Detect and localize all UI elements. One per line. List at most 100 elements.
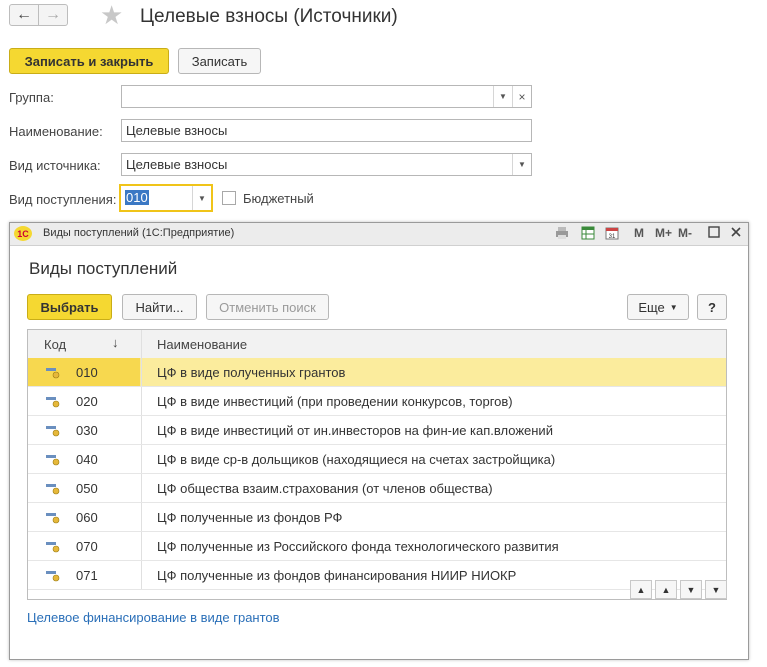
save-button[interactable]: Записать (178, 48, 261, 74)
budget-label: Бюджетный (243, 191, 314, 206)
row-name: ЦФ полученные из Российского фонда техно… (157, 539, 559, 554)
row-code: 060 (76, 510, 98, 525)
1c-logo-icon: 1С (14, 226, 32, 241)
code-cell: 060 (28, 503, 140, 531)
scroll-down-button[interactable]: ▼ (680, 580, 702, 599)
catalog-item-icon (46, 397, 60, 408)
receipt-types-dialog: 1С Виды поступлений (1С:Предприятие) 31 … (9, 222, 749, 660)
sort-arrow-icon: ↓ (112, 335, 119, 350)
row-code: 070 (76, 539, 98, 554)
calendar-icon[interactable]: 31 (605, 226, 619, 243)
row-name: ЦФ в виде ср-в дольщиков (находящиеся на… (157, 452, 556, 467)
row-code: 050 (76, 481, 98, 496)
table-row[interactable]: 040 ЦФ в виде ср-в дольщиков (находящиеся… (28, 445, 726, 474)
scroll-up-icon: ▲ (661, 584, 671, 595)
memory-plus-button[interactable]: M+ (655, 226, 672, 240)
table-row[interactable]: 050 ЦФ общества взаим.страхования (от чле… (28, 474, 726, 503)
catalog-item-icon (46, 455, 60, 466)
row-name: ЦФ полученные из фондов финансирования Н… (157, 568, 517, 583)
scroll-bottom-button[interactable]: ▼ (705, 580, 727, 599)
receipt-type-dropdown-button[interactable]: ▼ (192, 186, 211, 210)
code-cell: 010 (28, 358, 140, 386)
print-icon[interactable] (555, 226, 569, 243)
row-name: ЦФ в виде инвестиций (при проведении кон… (157, 394, 513, 409)
dialog-window-title: Виды поступлений (1С:Предприятие) (43, 227, 235, 239)
column-divider (141, 503, 142, 531)
chevron-down-icon: ▼ (518, 160, 526, 169)
save-and-close-button[interactable]: Записать и закрыть (9, 48, 169, 74)
group-label: Группа: (9, 90, 54, 105)
catalog-item-icon (46, 484, 60, 495)
row-code: 030 (76, 423, 98, 438)
catalog-item-icon (46, 571, 60, 582)
receipt-types-table: Код ↓ Наименование 010 ЦФ в виде полученн… (27, 329, 727, 600)
help-button[interactable]: ? (697, 294, 727, 320)
column-header-name[interactable]: Наименование (157, 337, 247, 352)
selected-item-description: Целевое финансирование в виде грантов (27, 610, 280, 625)
spreadsheet-icon[interactable] (581, 226, 595, 243)
column-divider (141, 561, 142, 589)
column-divider (141, 330, 142, 358)
svg-text:31: 31 (609, 234, 616, 240)
arrow-left-icon: ← (16, 6, 32, 23)
source-type-field[interactable]: Целевые взносы ▼ (121, 153, 532, 176)
table-header: Код ↓ Наименование (28, 330, 726, 359)
chevron-down-icon: ▼ (198, 193, 206, 203)
find-button[interactable]: Найти... (122, 294, 197, 320)
column-divider (141, 358, 142, 386)
code-cell: 050 (28, 474, 140, 502)
column-divider (141, 474, 142, 502)
row-name: ЦФ полученные из фондов РФ (157, 510, 343, 525)
row-code: 040 (76, 452, 98, 467)
budget-checkbox[interactable] (222, 191, 236, 205)
source-type-label: Вид источника: (9, 158, 101, 173)
column-header-code[interactable]: Код (44, 337, 66, 352)
table-row[interactable]: 071 ЦФ полученные из фондов финансировани… (28, 561, 726, 590)
code-cell: 030 (28, 416, 140, 444)
row-name: ЦФ в виде полученных грантов (157, 365, 346, 380)
page-title: Целевые взносы (Источники) (140, 6, 398, 27)
clear-icon: × (518, 89, 526, 104)
receipt-type-label: Вид поступления: (9, 192, 117, 207)
close-icon[interactable] (730, 226, 742, 241)
receipt-type-field[interactable]: 010 ▼ (119, 184, 213, 212)
memory-minus-button[interactable]: M- (678, 226, 692, 240)
scroll-top-icon: ▲ (636, 584, 646, 595)
cancel-search-button[interactable]: Отменить поиск (206, 294, 329, 320)
back-button[interactable]: ← (9, 4, 39, 26)
row-name: ЦФ в виде инвестиций от ин.инвесторов на… (157, 423, 553, 438)
table-row[interactable]: 010 ЦФ в виде полученных грантов (28, 358, 726, 387)
code-cell: 070 (28, 532, 140, 560)
code-cell: 040 (28, 445, 140, 473)
select-button[interactable]: Выбрать (27, 294, 112, 320)
scroll-down-icon: ▼ (686, 584, 696, 595)
chevron-down-icon: ▼ (669, 302, 678, 312)
code-cell: 020 (28, 387, 140, 415)
name-field[interactable]: Целевые взносы (121, 119, 532, 142)
row-name: ЦФ общества взаим.страхования (от членов… (157, 481, 493, 496)
scroll-top-button[interactable]: ▲ (630, 580, 652, 599)
scroll-up-button[interactable]: ▲ (655, 580, 677, 599)
group-clear-button[interactable]: × (512, 86, 531, 107)
catalog-item-icon (46, 368, 60, 379)
table-row[interactable]: 030 ЦФ в виде инвестиций от ин.инвесторов… (28, 416, 726, 445)
forward-button[interactable]: → (38, 4, 68, 26)
group-dropdown-button[interactable]: ▼ (493, 86, 512, 107)
more-button[interactable]: Еще ▼ (627, 294, 689, 320)
row-code: 020 (76, 394, 98, 409)
source-type-dropdown-button[interactable]: ▼ (512, 154, 531, 175)
favorite-star-icon[interactable]: ★ (100, 2, 123, 28)
column-divider (141, 416, 142, 444)
table-row[interactable]: 070 ЦФ полученные из Российского фонда те… (28, 532, 726, 561)
memory-m-button[interactable]: M (634, 226, 644, 240)
group-field[interactable]: ▼ × (121, 85, 532, 108)
dialog-heading: Виды поступлений (29, 259, 178, 278)
catalog-item-icon (46, 542, 60, 553)
maximize-icon[interactable] (708, 226, 720, 241)
dialog-titlebar: 1С Виды поступлений (1С:Предприятие) 31 … (10, 223, 748, 246)
name-label: Наименование: (9, 124, 103, 139)
code-cell: 071 (28, 561, 140, 589)
table-row[interactable]: 020 ЦФ в виде инвестиций (при проведении … (28, 387, 726, 416)
table-row[interactable]: 060 ЦФ полученные из фондов РФ (28, 503, 726, 532)
column-divider (141, 445, 142, 473)
